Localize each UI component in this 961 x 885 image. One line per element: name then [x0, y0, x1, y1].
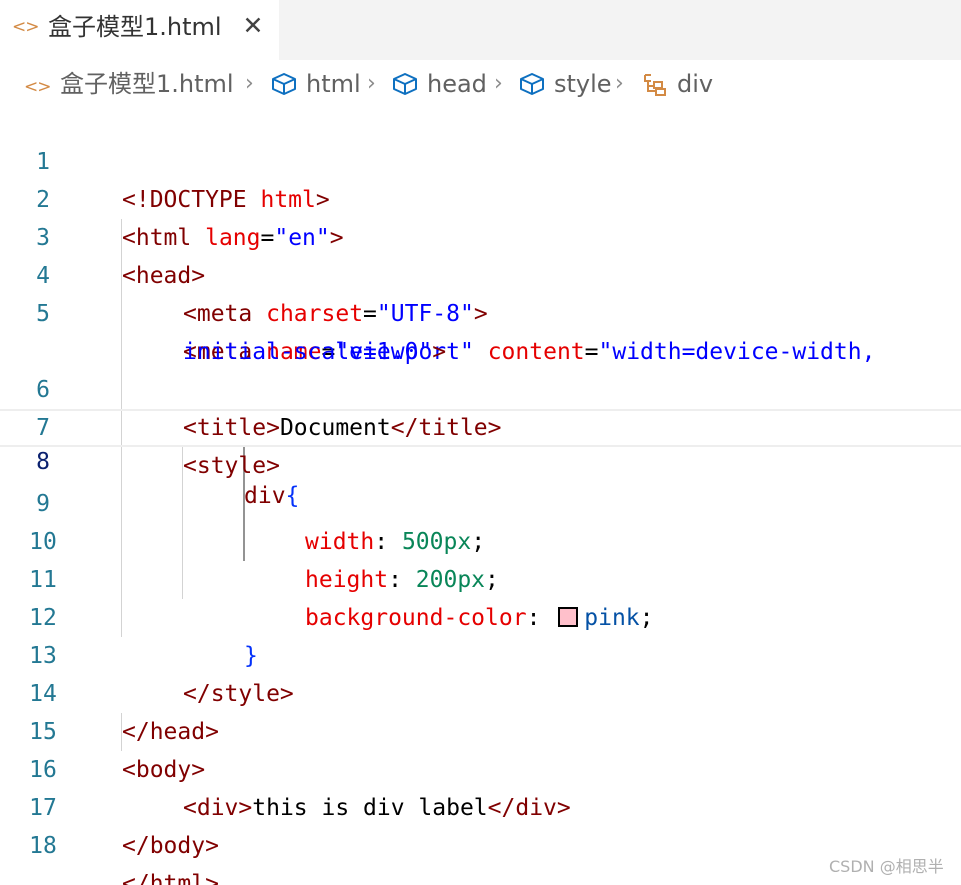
code-line: 7 <style> [0, 371, 961, 479]
breadcrumb-item-file[interactable]: <> 盒子模型1.html [24, 64, 234, 104]
breadcrumb-label: html [306, 70, 361, 98]
code-line: 1 <!DOCTYPE html> [0, 105, 961, 213]
chevron-right-icon: › [245, 71, 254, 96]
breadcrumb-label: head [427, 70, 487, 98]
code-line: 4 <meta charset="UTF-8"> [0, 219, 961, 327]
code-brackets-icon: <> [24, 77, 52, 97]
breadcrumb-item-html[interactable]: html [270, 64, 361, 104]
breadcrumb-label: div [677, 70, 714, 98]
breadcrumb-item-head[interactable]: head [391, 64, 487, 104]
breadcrumb-item-div[interactable]: div [641, 64, 713, 104]
breadcrumb-item-style[interactable]: style [518, 64, 612, 104]
code-line: 10 height: 200px; [0, 485, 961, 593]
cube-icon [520, 73, 544, 95]
chevron-right-icon: › [615, 71, 624, 96]
code-line: 17 </body> [0, 751, 961, 859]
line-number: 18 [29, 833, 57, 859]
tab-bar: <> 盒子模型1.html ✕ [0, 0, 961, 60]
code-line: 9 width: 500px; [0, 447, 961, 555]
code-line: 16 <div>this is div label</div> [0, 713, 961, 821]
cube-icon [272, 73, 296, 95]
code-line-current: 8 div{ [0, 409, 961, 509]
code-line: 3 <head> [0, 181, 961, 289]
code-line: 2 <html lang="en"> [0, 143, 961, 251]
code-line: 15 <body> [0, 675, 961, 783]
code-line: 5 <meta name="viewport" content="width=d… [0, 257, 961, 365]
code-line-wrap: initial-scale=1.0"> [0, 295, 961, 365]
tab-title: 盒子模型1.html [48, 13, 222, 41]
breadcrumb-label: style [554, 70, 612, 98]
breadcrumb: <> 盒子模型1.html › html › head › style › div [0, 64, 961, 104]
code-line: 13 </style> [0, 599, 961, 707]
watermark: CSDN @相思半 [829, 857, 944, 876]
line-content: </body> [122, 833, 219, 859]
breadcrumb-file-label: 盒子模型1.html [60, 70, 234, 98]
code-line: 14 </head> [0, 637, 961, 745]
chevron-right-icon: › [367, 71, 376, 96]
editor-tab[interactable]: <> 盒子模型1.html ✕ [0, 0, 279, 60]
cube-icon [393, 73, 417, 95]
chevron-right-icon: › [494, 71, 503, 96]
code-line: 18 </html> [0, 789, 961, 885]
code-line: 6 <title>Document</title> [0, 333, 961, 441]
line-content: </html> [122, 871, 219, 885]
code-line: 11 background-color: pink; [0, 523, 961, 631]
code-line: 12 } [0, 561, 961, 669]
close-icon[interactable]: ✕ [238, 11, 268, 41]
css-selector-icon [644, 74, 666, 96]
code-brackets-icon: <> [12, 17, 39, 37]
